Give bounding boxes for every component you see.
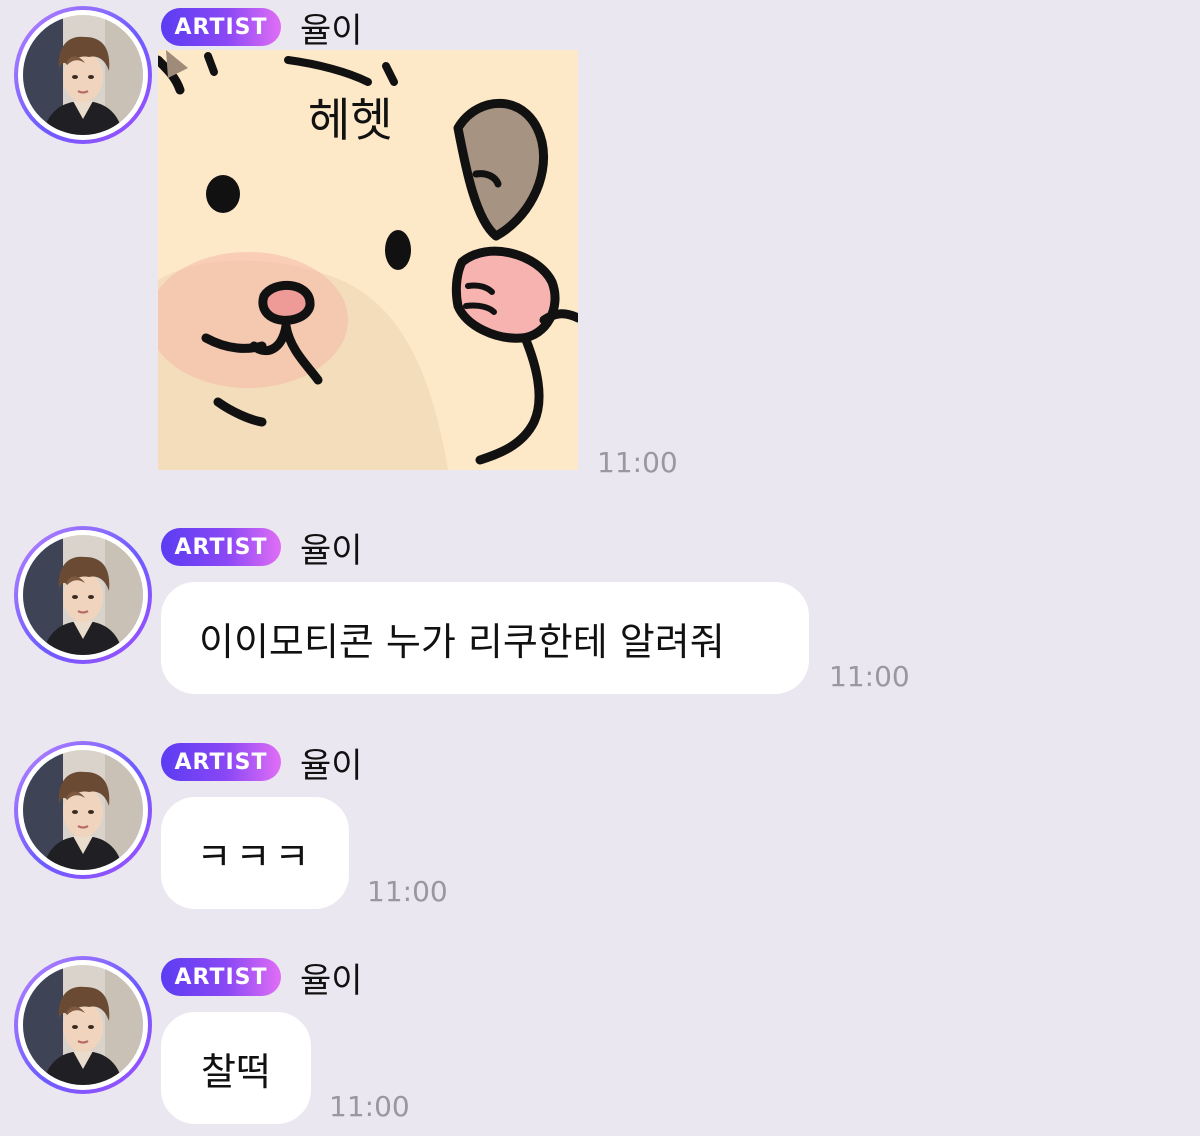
chat-message-1: ARTIST 율이 헤헷 11:00 — [0, 0, 1200, 480]
sticker-caption: 헤헷 — [308, 93, 393, 147]
avatar-photo-image — [23, 750, 143, 870]
sender-name[interactable]: 율이 — [300, 953, 363, 1002]
chat-message-2: ARTIST 율이 이이모티콘 누가 리쿠한테 알려줘 11:00 — [0, 520, 1200, 710]
message-header: ARTIST 율이 — [161, 742, 363, 786]
message-timestamp: 11:00 — [367, 875, 448, 908]
avatar-photo-image — [23, 965, 143, 1085]
message-timestamp: 11:00 — [329, 1090, 410, 1123]
artist-badge: ARTIST — [161, 8, 281, 46]
message-timestamp: 11:00 — [829, 660, 910, 693]
message-header: ARTIST 율이 — [161, 527, 363, 571]
message-header: ARTIST 율이 — [161, 7, 363, 51]
avatar-photo-image — [23, 15, 143, 135]
sender-name[interactable]: 율이 — [300, 523, 363, 572]
artist-avatar[interactable] — [14, 6, 152, 144]
chat-message-4: ARTIST 율이 찰떡 11:00 — [0, 950, 1200, 1136]
hamster-sticker[interactable]: 헤헷 — [158, 50, 578, 470]
message-bubble[interactable]: 이이모티콘 누가 리쿠한테 알려줘 — [161, 582, 809, 694]
message-bubble[interactable]: 찰떡 — [161, 1012, 311, 1124]
chat-message-3: ARTIST 율이 ㅋㅋㅋ 11:00 — [0, 735, 1200, 925]
artist-badge: ARTIST — [161, 958, 281, 996]
artist-avatar[interactable] — [14, 956, 152, 1094]
artist-avatar[interactable] — [14, 526, 152, 664]
message-header: ARTIST 율이 — [161, 957, 363, 1001]
avatar-photo-image — [23, 535, 143, 655]
artist-badge: ARTIST — [161, 743, 281, 781]
message-bubble[interactable]: ㅋㅋㅋ — [161, 797, 349, 909]
sender-name[interactable]: 율이 — [300, 3, 363, 52]
message-timestamp: 11:00 — [597, 446, 678, 479]
sender-name[interactable]: 율이 — [300, 738, 363, 787]
artist-avatar[interactable] — [14, 741, 152, 879]
artist-badge: ARTIST — [161, 528, 281, 566]
